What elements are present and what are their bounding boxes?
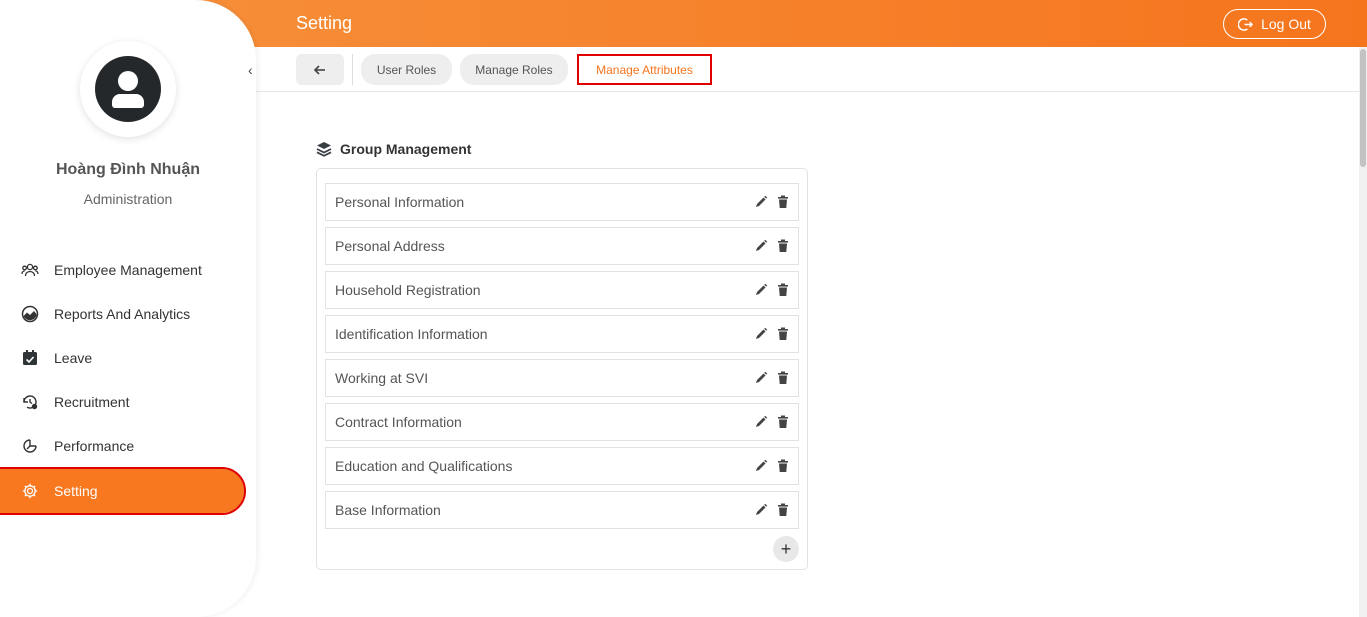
group-row: Personal Address: [325, 227, 799, 265]
sidebar-item-performance[interactable]: Performance: [0, 424, 244, 468]
chart-icon: [21, 305, 39, 323]
group-name: Household Registration: [335, 282, 481, 298]
sidebar-item-setting[interactable]: Setting: [0, 467, 246, 515]
sidebar-item-reports-and-analytics[interactable]: Reports And Analytics: [0, 292, 244, 336]
group-management-heading: Group Management: [316, 141, 471, 157]
group-name: Identification Information: [335, 326, 488, 342]
avatar-head-shape: [118, 71, 138, 91]
delete-trash-icon[interactable]: [776, 327, 790, 341]
group-row: Education and Qualifications: [325, 447, 799, 485]
group-row: Identification Information: [325, 315, 799, 353]
sidebar: Hoàng Đình Nhuận Administration Employee…: [0, 0, 256, 617]
avatar[interactable]: [95, 56, 161, 122]
edit-pencil-icon[interactable]: [754, 459, 768, 473]
group-name: Working at SVI: [335, 370, 429, 386]
tab-divider: [352, 54, 353, 85]
delete-trash-icon[interactable]: [776, 195, 790, 209]
group-row: Base Information: [325, 491, 799, 529]
sidebar-item-leave[interactable]: Leave: [0, 336, 244, 380]
page-title: Setting: [296, 13, 353, 33]
sidebar-item-label: Performance: [54, 438, 135, 454]
group-row: Contract Information: [325, 403, 799, 441]
gear-icon: [22, 483, 38, 499]
group-row: Working at SVI: [325, 359, 799, 397]
page-scrollbar[interactable]: [1359, 47, 1367, 617]
sidebar-item-employee-management[interactable]: Employee Management: [0, 248, 244, 292]
delete-trash-icon[interactable]: [776, 239, 790, 253]
edit-pencil-icon[interactable]: [754, 503, 768, 517]
delete-trash-icon[interactable]: [776, 415, 790, 429]
recruitment-icon: [23, 395, 38, 410]
group-name: Education and Qualifications: [335, 458, 513, 474]
edit-pencil-icon[interactable]: [754, 195, 768, 209]
add-group-button[interactable]: +: [773, 536, 799, 562]
delete-trash-icon[interactable]: [776, 459, 790, 473]
delete-trash-icon[interactable]: [776, 503, 790, 517]
avatar-frame: [80, 41, 176, 137]
sidebar-item-recruitment[interactable]: Recruitment: [0, 380, 244, 424]
tab-user-roles[interactable]: User Roles: [361, 54, 452, 85]
tab-manage-attributes[interactable]: Manage Attributes: [577, 54, 712, 85]
tab-manage-roles[interactable]: Manage Roles: [460, 54, 568, 85]
group-list-panel: Personal Information Personal Address Ho…: [316, 168, 808, 570]
group-name: Contract Information: [335, 414, 462, 430]
group-row: Household Registration: [325, 271, 799, 309]
logout-label: Log Out: [1261, 16, 1311, 32]
settings-tab-bar: User Roles Manage Roles Manage Attribute…: [256, 47, 1359, 92]
user-role: Administration: [83, 191, 173, 207]
scrollbar-thumb[interactable]: [1360, 49, 1366, 167]
group-name: Personal Information: [335, 194, 465, 210]
logout-button[interactable]: Log Out: [1223, 9, 1326, 39]
back-button[interactable]: [296, 54, 344, 85]
edit-pencil-icon[interactable]: [754, 371, 768, 385]
edit-pencil-icon[interactable]: [754, 415, 768, 429]
sidebar-collapse-chevron-icon[interactable]: ‹: [248, 62, 253, 78]
group-management-title: Group Management: [340, 141, 472, 157]
edit-pencil-icon[interactable]: [754, 327, 768, 341]
calendar-check-icon: [23, 350, 37, 365]
arrow-left-icon: [313, 64, 325, 75]
edit-pencil-icon[interactable]: [754, 239, 768, 253]
sidebar-item-label: Employee Management: [54, 262, 202, 278]
delete-trash-icon[interactable]: [776, 371, 790, 385]
sidebar-item-label: Reports And Analytics: [54, 306, 191, 322]
avatar-body-shape: [112, 94, 144, 108]
sidebar-item-label: Recruitment: [54, 394, 130, 410]
people-icon: [21, 263, 39, 277]
delete-trash-icon[interactable]: [776, 283, 790, 297]
sidebar-item-label: Setting: [54, 483, 98, 499]
group-name: Personal Address: [335, 238, 445, 254]
group-row: Personal Information: [325, 183, 799, 221]
performance-icon: [23, 439, 37, 453]
edit-pencil-icon[interactable]: [754, 283, 768, 297]
user-name: Hoàng Đình Nhuận: [56, 161, 200, 178]
layers-icon: [316, 142, 332, 157]
group-name: Base Information: [335, 502, 441, 518]
sidebar-item-label: Leave: [54, 350, 93, 366]
logout-icon: [1238, 17, 1254, 31]
